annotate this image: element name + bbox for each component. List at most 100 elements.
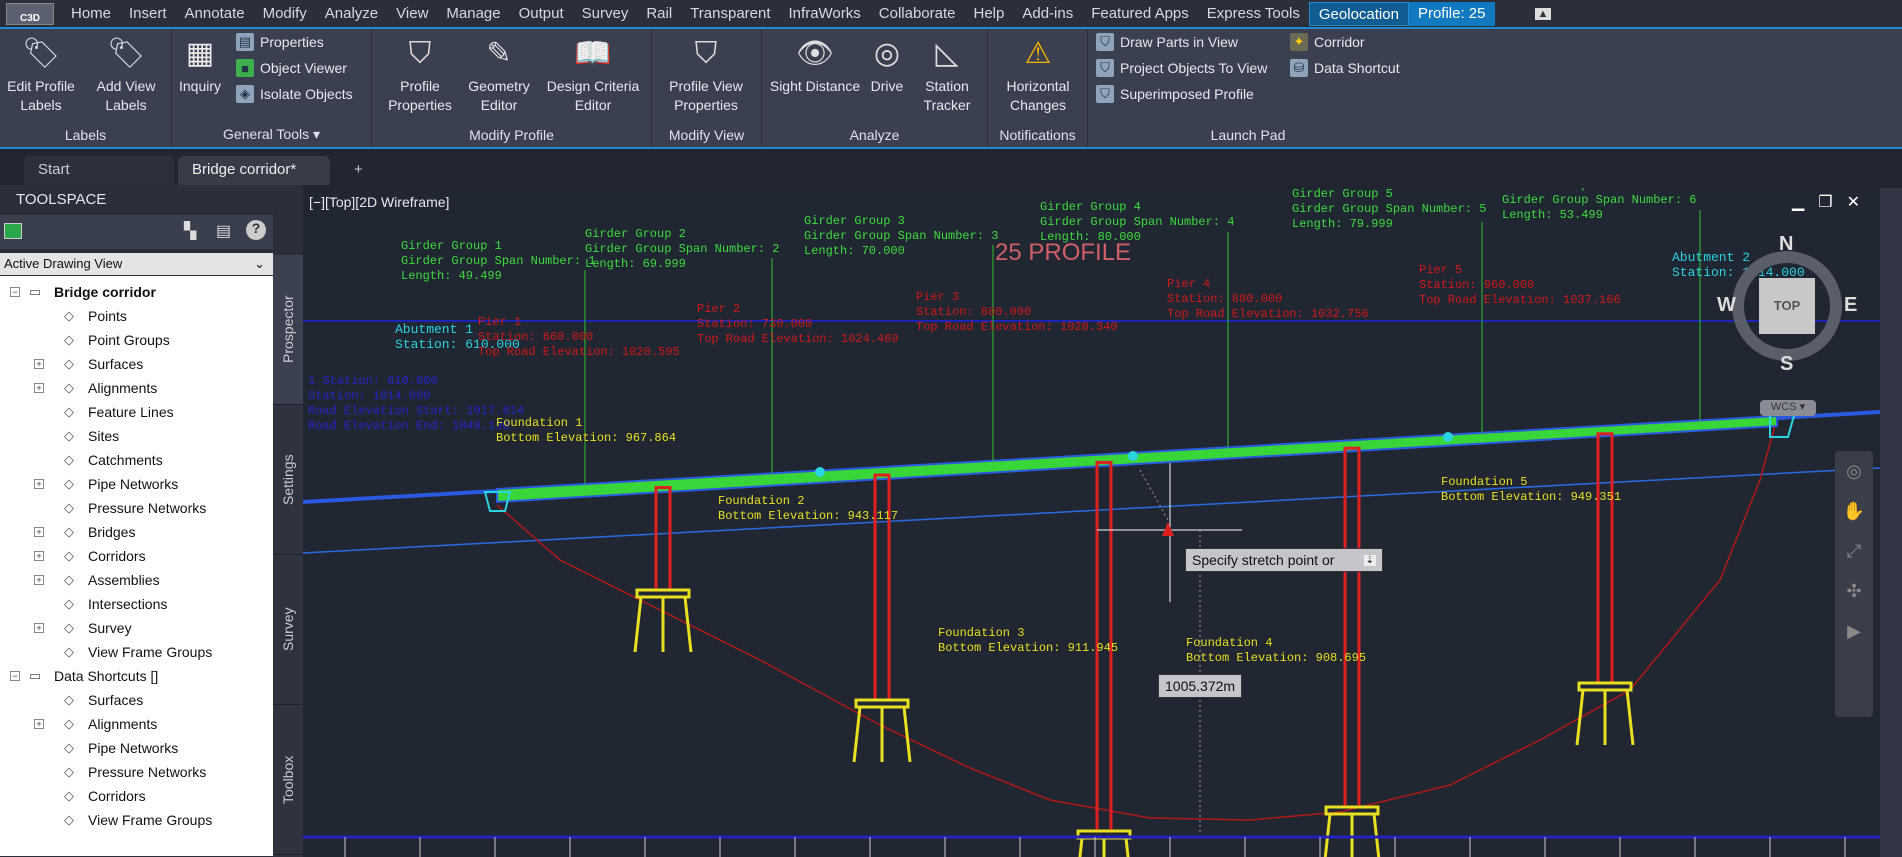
- viewcube-top-face[interactable]: TOP: [1759, 278, 1815, 334]
- menu-tab-profile-25[interactable]: Profile: 25: [1408, 1, 1495, 26]
- menu-tab-annotate[interactable]: Annotate: [176, 2, 254, 26]
- sight-distance-button[interactable]: 👁 Sight Distance: [766, 33, 864, 96]
- drive-button[interactable]: ◎ Drive: [866, 33, 908, 96]
- edit-profile-labels-button[interactable]: 🏷 Edit Profile Labels: [2, 33, 80, 115]
- tree-item[interactable]: ◇ Pipe Networks: [58, 472, 178, 496]
- menu-tab-infraworks[interactable]: InfraWorks: [780, 2, 870, 26]
- station-tracker-button[interactable]: ◺ Station Tracker: [914, 33, 980, 115]
- minimize-icon[interactable]: ▁: [1792, 192, 1804, 212]
- tree-item[interactable]: ◇ Pressure Networks: [58, 496, 206, 520]
- tab-bridge-corridor[interactable]: Bridge corridor* ✕: [178, 156, 330, 205]
- object-viewer-button[interactable]: ■ Object Viewer: [236, 59, 347, 77]
- app-logo[interactable]: C3D: [6, 2, 54, 25]
- compass-n[interactable]: N: [1779, 233, 1793, 256]
- tree-item[interactable]: ◇ Survey: [58, 616, 132, 640]
- corridor-button[interactable]: ✦ Corridor: [1290, 33, 1365, 51]
- add-view-labels-button[interactable]: 🏷 Add View Labels: [88, 33, 164, 115]
- expand-icon[interactable]: +: [34, 575, 44, 585]
- superimposed-profile-button[interactable]: ⛉ Superimposed Profile: [1096, 85, 1254, 103]
- wcs-menu[interactable]: WCS ▾: [1760, 400, 1816, 416]
- menu-tab-geolocation[interactable]: Geolocation: [1308, 1, 1409, 26]
- menu-tab-express-tools[interactable]: Express Tools: [1198, 2, 1309, 26]
- drawing-viewport[interactable]: 25 PROFILE Girder Group 1 Girder Group Sp…: [303, 188, 1880, 857]
- project-objects-to-view-button[interactable]: ⛉ Project Objects To View: [1096, 59, 1267, 77]
- design-criteria-editor-button[interactable]: 📖 Design Criteria Editor: [540, 33, 646, 115]
- compass-s[interactable]: S: [1780, 353, 1793, 376]
- minimize-ribbon-button[interactable]: ▲: [1534, 7, 1552, 20]
- close-icon[interactable]: ✕: [1847, 192, 1860, 212]
- tree-item[interactable]: ◇ Alignments: [58, 712, 157, 736]
- menu-tab-add-ins[interactable]: Add-ins: [1013, 2, 1082, 26]
- menu-tab-output[interactable]: Output: [510, 2, 573, 26]
- options-arrow-icon[interactable]: ⇣: [1363, 555, 1376, 566]
- help-icon[interactable]: ?: [246, 220, 266, 240]
- side-tab-survey[interactable]: Survey: [273, 555, 303, 705]
- tree-item[interactable]: ◇ Pressure Networks: [58, 760, 206, 784]
- isolate-objects-button[interactable]: ◈ Isolate Objects: [236, 85, 353, 103]
- menu-tab-view[interactable]: View: [387, 2, 437, 26]
- tree-item[interactable]: ◇ Points: [58, 304, 127, 328]
- menu-tab-featured-apps[interactable]: Featured Apps: [1082, 2, 1198, 26]
- viewport-controls[interactable]: [−][Top][2D Wireframe]: [309, 194, 449, 210]
- expand-icon[interactable]: +: [34, 527, 44, 537]
- tree-item[interactable]: ◇ Pipe Networks: [58, 736, 178, 760]
- tree-item[interactable]: ◇ Corridors: [58, 784, 146, 808]
- tree-item[interactable]: ◇ View Frame Groups: [58, 808, 212, 832]
- compass-w[interactable]: W: [1717, 294, 1736, 317]
- compass-e[interactable]: E: [1844, 294, 1857, 317]
- menu-tab-transparent[interactable]: Transparent: [681, 2, 779, 26]
- list-view-icon[interactable]: ▤: [216, 221, 231, 241]
- profile-properties-button[interactable]: ⛉ Profile Properties: [380, 33, 460, 115]
- tree-item[interactable]: ▭ Bridge corridor: [24, 280, 156, 304]
- distance-input[interactable]: 1005.372m: [1158, 674, 1243, 698]
- tree-item[interactable]: ◇ Feature Lines: [58, 400, 174, 424]
- collapse-icon[interactable]: −: [10, 671, 20, 681]
- tree-item[interactable]: ◇ Catchments: [58, 448, 163, 472]
- restore-icon[interactable]: ❐: [1818, 192, 1832, 212]
- tree-item[interactable]: ◇ Alignments: [58, 376, 157, 400]
- profile-view-properties-button[interactable]: ⛉ Profile View Properties: [656, 33, 756, 115]
- tree-item[interactable]: ◇ View Frame Groups: [58, 640, 212, 664]
- tree-item[interactable]: ◇ Point Groups: [58, 328, 170, 352]
- expand-icon[interactable]: +: [34, 359, 44, 369]
- menu-tab-manage[interactable]: Manage: [437, 2, 509, 26]
- expand-icon[interactable]: +: [34, 719, 44, 729]
- properties-button[interactable]: ▤ Properties: [236, 33, 324, 51]
- menu-tab-rail[interactable]: Rail: [637, 2, 681, 26]
- tree-item[interactable]: ◇ Surfaces: [58, 688, 143, 712]
- expand-icon[interactable]: +: [34, 551, 44, 561]
- side-tab-toolbox[interactable]: Toolbox: [273, 705, 303, 855]
- expand-icon[interactable]: +: [34, 623, 44, 633]
- tree-item[interactable]: ◇ Bridges: [58, 520, 135, 544]
- tree-item[interactable]: ◇ Assemblies: [58, 568, 160, 592]
- data-shortcut-button[interactable]: ⛁ Data Shortcut: [1290, 59, 1400, 77]
- tree-item[interactable]: ◇ Corridors: [58, 544, 146, 568]
- menu-tab-home[interactable]: Home: [62, 2, 120, 26]
- menu-tab-help[interactable]: Help: [964, 2, 1013, 26]
- menu-tab-survey[interactable]: Survey: [573, 2, 638, 26]
- collapse-icon[interactable]: −: [10, 287, 20, 297]
- draw-parts-in-view-button[interactable]: ⛉ Draw Parts in View: [1096, 33, 1238, 51]
- tree-item[interactable]: ◇ Surfaces: [58, 352, 143, 376]
- menu-tab-collaborate[interactable]: Collaborate: [870, 2, 965, 26]
- toggle-item-view-icon[interactable]: ▚: [184, 221, 196, 241]
- menu-tab-modify[interactable]: Modify: [254, 2, 316, 26]
- right-tool-palette[interactable]: [1880, 188, 1902, 857]
- tree-item[interactable]: ▭ Data Shortcuts []: [24, 664, 158, 688]
- new-tab-button[interactable]: +: [340, 156, 377, 185]
- drawing-icon[interactable]: [4, 223, 22, 239]
- tree-item[interactable]: ◇ Sites: [58, 424, 119, 448]
- expand-icon[interactable]: +: [34, 479, 44, 489]
- tree-item[interactable]: ◇ Intersections: [58, 592, 167, 616]
- navigation-bar[interactable]: ◎ ✋ ⤢ ✣ ▶: [1835, 451, 1873, 717]
- side-tab-settings[interactable]: Settings: [273, 405, 303, 555]
- geometry-editor-button[interactable]: ✎ Geometry Editor: [464, 33, 534, 115]
- inquiry-button[interactable]: ▦ Inquiry: [174, 33, 226, 96]
- panel-title[interactable]: General Tools ▾: [172, 126, 371, 143]
- view-select-dropdown[interactable]: Active Drawing View ⌄: [0, 253, 273, 275]
- tab-start[interactable]: Start: [24, 156, 174, 185]
- expand-icon[interactable]: +: [34, 383, 44, 393]
- horizontal-changes-button[interactable]: ⚠ Horizontal Changes: [992, 33, 1084, 115]
- side-tab-prospector[interactable]: Prospector: [273, 255, 303, 405]
- menu-tab-analyze[interactable]: Analyze: [316, 2, 387, 26]
